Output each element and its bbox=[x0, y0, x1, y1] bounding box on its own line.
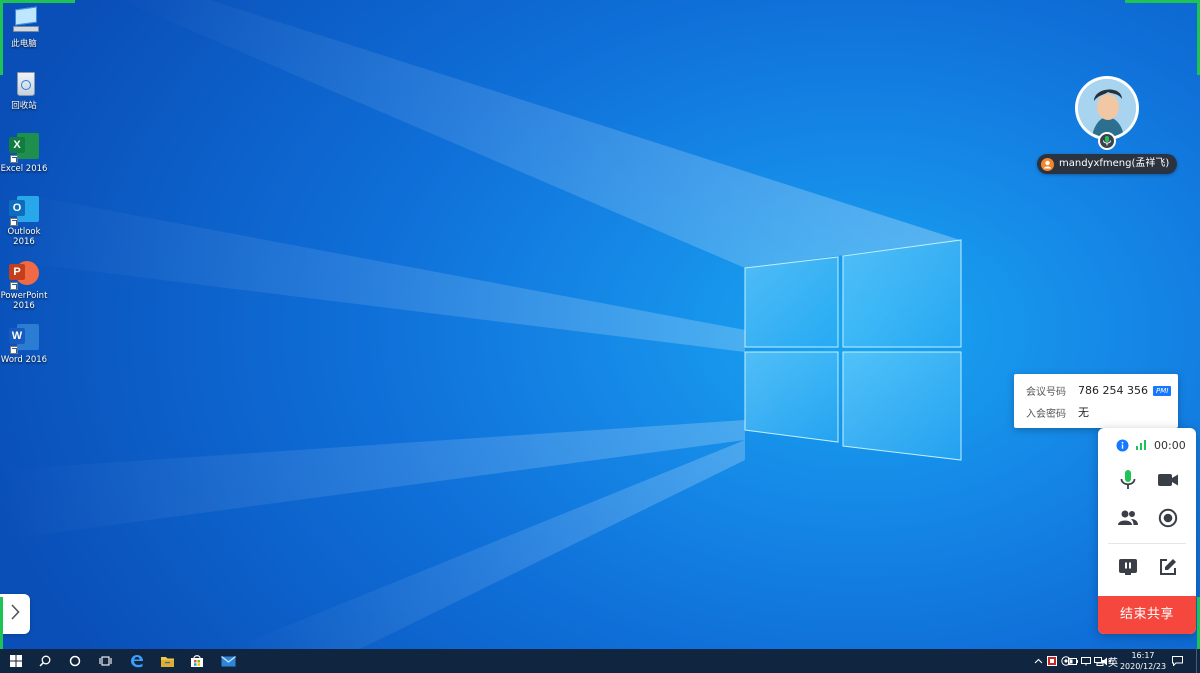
desktop-icon-label: 回收站 bbox=[11, 101, 37, 111]
desktop-icon-label: Excel 2016 bbox=[0, 164, 48, 174]
share-border-mark bbox=[0, 0, 3, 75]
video-camera-icon[interactable] bbox=[1155, 467, 1181, 493]
meeting-timer: 00:00 bbox=[1154, 439, 1186, 452]
outlook-icon: O bbox=[9, 194, 39, 226]
meeting-password-label: 入会密码 bbox=[1026, 408, 1066, 420]
task-view-icon[interactable] bbox=[95, 649, 115, 673]
store-icon[interactable] bbox=[187, 649, 207, 673]
recycle-bin-icon bbox=[9, 68, 39, 98]
meeting-password-value: 无 bbox=[1078, 406, 1089, 419]
computer-icon bbox=[9, 6, 39, 36]
meeting-id-label: 会议号码 bbox=[1026, 387, 1066, 398]
desktop-icon-recycle-bin[interactable]: 回收站 bbox=[0, 68, 48, 111]
chevron-right-icon bbox=[10, 604, 20, 624]
powerpoint-icon: P bbox=[9, 258, 39, 290]
annotate-icon[interactable] bbox=[1155, 554, 1181, 580]
desktop-icon-label: PowerPoint 2016 bbox=[0, 291, 48, 311]
clock-time: 16:17 bbox=[1131, 651, 1155, 660]
desktop: 此电脑 回收站 X Excel 2016 O Outlook 2016 P Po… bbox=[0, 0, 1200, 649]
battery-icon[interactable] bbox=[1067, 649, 1079, 673]
word-icon: W bbox=[9, 322, 39, 354]
desktop-icon-excel[interactable]: X Excel 2016 bbox=[0, 131, 48, 174]
desktop-icon-powerpoint[interactable]: P PowerPoint 2016 bbox=[0, 258, 48, 311]
share-border-mark bbox=[0, 597, 3, 649]
app-tray-icon[interactable] bbox=[1046, 649, 1058, 673]
wallpaper-beams bbox=[0, 0, 962, 649]
desktop-icon-label: 此电脑 bbox=[11, 39, 37, 49]
search-icon[interactable] bbox=[35, 649, 55, 673]
end-share-button[interactable]: 结束共享 bbox=[1098, 596, 1196, 634]
microphone-icon[interactable] bbox=[1115, 467, 1141, 493]
pause-share-icon[interactable] bbox=[1115, 554, 1141, 580]
display-icon[interactable] bbox=[1080, 649, 1092, 673]
participants-icon[interactable] bbox=[1115, 505, 1141, 531]
meeting-info-popup: 会议号码 786 254 356 PMI 入会密码 无 bbox=[1014, 374, 1178, 434]
signal-icon bbox=[1134, 432, 1148, 458]
microphone-icon bbox=[1098, 132, 1116, 150]
share-border-mark bbox=[1125, 0, 1200, 3]
desktop-icon-label: Outlook 2016 bbox=[7, 227, 41, 247]
windows-logo-icon[interactable] bbox=[6, 649, 26, 673]
clock[interactable]: 16:17 2020/12/23 bbox=[1118, 650, 1168, 672]
cortana-icon[interactable] bbox=[65, 649, 85, 673]
desktop-icon-outlook[interactable]: O Outlook 2016 bbox=[0, 194, 48, 247]
file-explorer-icon[interactable] bbox=[157, 649, 177, 673]
presenter-name-tag: mandyxfmeng(孟祥飞) bbox=[1037, 154, 1178, 174]
chevron-up-icon[interactable] bbox=[1032, 649, 1044, 673]
taskbar: 英 16:17 2020/12/23 bbox=[0, 649, 1200, 673]
clock-date: 2020/12/23 bbox=[1119, 662, 1167, 671]
desktop-icon-this-pc[interactable]: 此电脑 bbox=[0, 6, 48, 49]
show-desktop-button[interactable] bbox=[1196, 649, 1200, 673]
record-icon[interactable] bbox=[1155, 505, 1181, 531]
excel-icon: X bbox=[9, 131, 39, 163]
desktop-icon-label: Word 2016 bbox=[0, 355, 48, 365]
presenter-name: mandyxfmeng(孟祥飞) bbox=[1059, 158, 1170, 169]
presenter-card: mandyxfmeng(孟祥飞) bbox=[1037, 76, 1178, 176]
meeting-id-value[interactable]: 786 254 356 bbox=[1078, 384, 1148, 397]
mail-icon[interactable] bbox=[218, 649, 238, 673]
desktop-icon-word[interactable]: W Word 2016 bbox=[0, 322, 48, 365]
pmi-badge: PMI bbox=[1152, 385, 1172, 396]
meeting-control-panel: 00:00 结束共享 bbox=[1098, 428, 1196, 634]
avatar bbox=[1075, 76, 1139, 140]
edge-icon[interactable] bbox=[127, 649, 147, 673]
info-icon[interactable] bbox=[1114, 432, 1130, 458]
notification-icon[interactable] bbox=[1170, 649, 1184, 673]
user-icon bbox=[1041, 157, 1054, 171]
expand-sidebar-button[interactable] bbox=[0, 594, 30, 634]
share-border-mark bbox=[0, 0, 75, 3]
